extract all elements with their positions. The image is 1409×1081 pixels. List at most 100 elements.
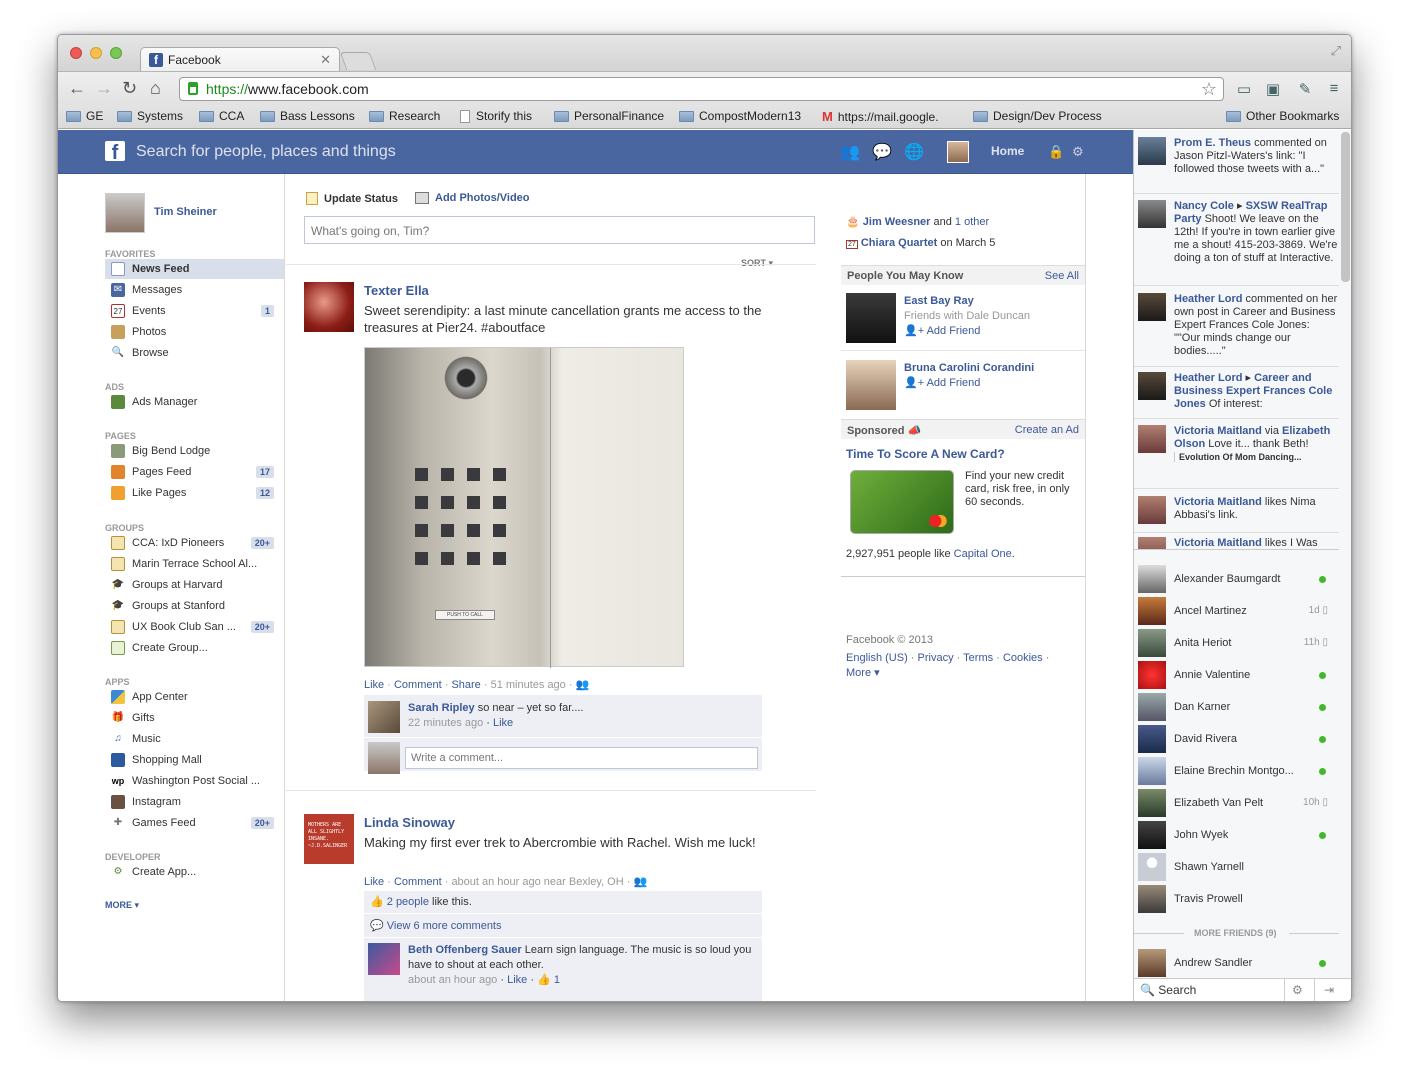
extension-screen-icon[interactable]: ▭	[1234, 80, 1254, 98]
post-author-name[interactable]: Linda Sinoway	[364, 815, 455, 830]
bookmark-compost-modern[interactable]: CompostModern13	[679, 109, 801, 123]
nav-like-pages[interactable]: Like Pages 12	[105, 483, 284, 503]
nav-washington-post[interactable]: wp Washington Post Social ...	[105, 771, 284, 791]
footer-language-link[interactable]: English (US)	[846, 652, 908, 664]
back-arrow-icon[interactable]: ←	[68, 79, 86, 97]
nav-photos[interactable]: Photos	[105, 322, 284, 342]
post-author-avatar[interactable]: MOTHERS ARE ALL SLIGHTLY INSANE. ~J.D.SA…	[304, 814, 354, 864]
bookmark-storify[interactable]: Storify this	[460, 109, 532, 123]
ticker-story[interactable]: Victoria Maitland via Elizabeth Olson Lo…	[1138, 425, 1338, 464]
notifications-globe-icon[interactable]: 🌐	[904, 142, 924, 162]
user-name-link[interactable]: Tim Sheiner	[154, 206, 217, 218]
nav-games-feed[interactable]: ✚ Games Feed 20+	[105, 813, 284, 833]
bookmark-star-icon[interactable]: ☆	[1201, 79, 1217, 100]
facebook-search-input[interactable]: Search for people, places and things	[136, 143, 396, 161]
close-tab-icon[interactable]: ✕	[320, 52, 331, 68]
nav-news-feed[interactable]: News Feed	[105, 259, 284, 279]
share-link[interactable]: Share	[451, 679, 480, 691]
chat-friend[interactable]: Shawn Yarnell	[1138, 852, 1338, 882]
ticker-story[interactable]: Prom E. Theus commented on Jason Pitzl-W…	[1138, 137, 1338, 176]
browser-tab[interactable]: f Facebook ✕	[140, 47, 340, 71]
address-bar[interactable]: https://www.facebook.com ☆	[179, 77, 1224, 101]
bookmark-systems[interactable]: Systems	[117, 109, 183, 123]
chat-friend[interactable]: Dan Karner	[1138, 692, 1338, 722]
status-input[interactable]: What's going on, Tim?	[304, 216, 815, 244]
chat-search-input[interactable]: 🔍 Search	[1140, 983, 1196, 997]
nav-group-marin[interactable]: Marin Terrace School Al...	[105, 554, 284, 574]
comment-author[interactable]: Sarah Ripley	[408, 702, 475, 714]
comment-avatar[interactable]	[368, 701, 400, 733]
bookmark-other[interactable]: Other Bookmarks	[1226, 109, 1339, 123]
ad-image[interactable]	[850, 470, 954, 534]
comment-time[interactable]: about an hour ago	[408, 974, 497, 986]
new-tab-button[interactable]	[339, 52, 377, 70]
bookmark-bass-lessons[interactable]: Bass Lessons	[260, 109, 355, 123]
nav-create-group[interactable]: Create Group...	[105, 638, 284, 658]
nav-shopping-mall[interactable]: Shopping Mall	[105, 750, 284, 770]
write-comment-input[interactable]: Write a comment...	[405, 747, 758, 769]
likes-count-link[interactable]: 2 people	[387, 896, 429, 908]
see-all-link[interactable]: See All	[1045, 270, 1079, 282]
comment-like-link[interactable]: Like	[493, 717, 513, 729]
nav-browse[interactable]: 🔍 Browse	[105, 343, 284, 363]
user-avatar[interactable]	[105, 193, 145, 233]
home-link[interactable]: Home	[991, 144, 1024, 158]
nav-events[interactable]: 27 Events 1	[105, 301, 284, 321]
chat-friend[interactable]: Ancel Martinez 1d ▯	[1138, 596, 1338, 626]
chat-options-gear-icon[interactable]: ⚙	[1292, 983, 1303, 997]
zoom-window-button[interactable]	[110, 47, 122, 59]
close-window-button[interactable]	[70, 47, 82, 59]
footer-privacy-link[interactable]: Privacy	[918, 652, 954, 664]
post-time[interactable]: about an hour ago near Bexley, OH	[451, 876, 623, 888]
reload-icon[interactable]: ↻	[122, 79, 137, 97]
friend-requests-icon[interactable]: 👥	[840, 142, 860, 162]
view-more-comments[interactable]: 💬 View 6 more comments	[370, 919, 502, 934]
comment-link[interactable]: Comment	[394, 876, 442, 888]
create-ad-link[interactable]: Create an Ad	[1015, 424, 1079, 436]
privacy-lock-icon[interactable]: 🔒	[1048, 144, 1064, 160]
nav-ads-manager[interactable]: Ads Manager	[105, 392, 284, 412]
add-photos-tab[interactable]: Add Photos/Video	[415, 192, 530, 204]
footer-cookies-link[interactable]: Cookies	[1003, 652, 1043, 664]
chat-friend[interactable]: John Wyek	[1138, 820, 1338, 850]
more-link[interactable]: MORE ▾	[105, 900, 139, 911]
ticker-story[interactable]: Heather Lord commented on her own post i…	[1138, 293, 1338, 358]
chat-friend[interactable]: Andrew Sandler	[1138, 948, 1338, 978]
chat-friend[interactable]: Elizabeth Van Pelt 10h ▯	[1138, 788, 1338, 818]
pymk-name-link[interactable]: Bruna Carolini Corandini	[904, 362, 1034, 374]
bookmark-design-dev[interactable]: Design/Dev Process	[973, 109, 1102, 123]
add-friend-button[interactable]: 👤+ Add Friend	[904, 377, 980, 389]
minimize-window-button[interactable]	[90, 47, 102, 59]
extension-picture-icon[interactable]: ▣	[1263, 80, 1283, 98]
pymk-name-link[interactable]: East Bay Ray	[904, 295, 974, 307]
fullscreen-icon[interactable]: ⤢	[1331, 43, 1341, 59]
nav-create-app[interactable]: ⚙ Create App...	[105, 862, 284, 882]
birthday-other-link[interactable]: 1 other	[955, 216, 989, 228]
nav-app-center[interactable]: App Center	[105, 687, 284, 707]
footer-more[interactable]: More ▾	[846, 666, 880, 679]
facebook-logo-icon[interactable]: f	[105, 141, 125, 161]
bookmark-personal-finance[interactable]: PersonalFinance	[554, 109, 664, 123]
ticker-story[interactable]: Heather Lord ▸ Career and Business Exper…	[1138, 372, 1338, 411]
nav-gifts[interactable]: 🎁 Gifts	[105, 708, 284, 728]
comment-link[interactable]: Comment	[394, 679, 442, 691]
bookmark-ge[interactable]: GE	[66, 109, 103, 123]
settings-gear-icon[interactable]: ⚙	[1072, 144, 1084, 160]
post-author-name[interactable]: Texter Ella	[364, 283, 429, 298]
chat-friend[interactable]: Anita Heriot 11h ▯	[1138, 628, 1338, 658]
forward-arrow-icon[interactable]: →	[95, 79, 113, 97]
chat-friend[interactable]: Annie Valentine	[1138, 660, 1338, 690]
nav-instagram[interactable]: Instagram	[105, 792, 284, 812]
chat-friend[interactable]: Elaine Brechin Montgo...	[1138, 756, 1338, 786]
profile-avatar[interactable]	[947, 141, 969, 163]
footer-terms-link[interactable]: Terms	[963, 652, 993, 664]
nav-pages-feed[interactable]: Pages Feed 17	[105, 462, 284, 482]
ticker-story[interactable]: Nancy Cole ▸ SXSW RealTrap Party Shoot! …	[1138, 200, 1338, 265]
event-name-link[interactable]: Chiara Quartet	[861, 237, 937, 249]
comment-author[interactable]: Beth Offenberg Sauer	[408, 944, 522, 956]
comment-time[interactable]: 22 minutes ago	[408, 717, 483, 729]
add-friend-button[interactable]: 👤+ Add Friend	[904, 325, 980, 337]
bookmark-research[interactable]: Research	[369, 109, 440, 123]
home-icon[interactable]: ⌂	[150, 79, 161, 97]
nav-groups-stanford[interactable]: 🎓 Groups at Stanford	[105, 596, 284, 616]
